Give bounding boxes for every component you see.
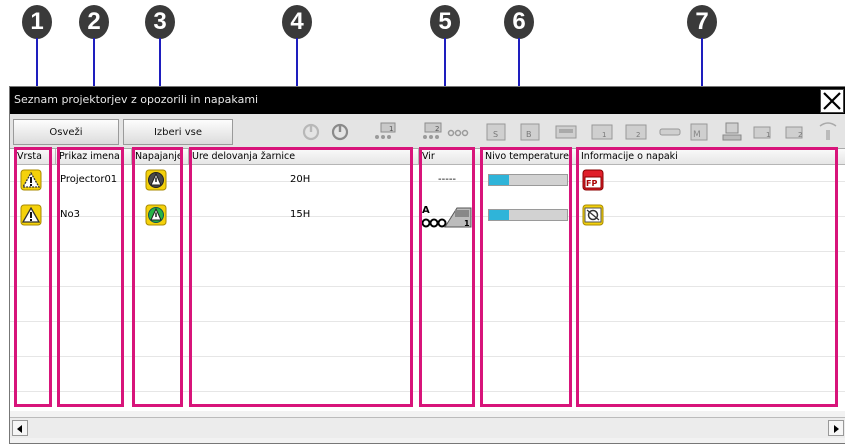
refresh-label: Osveži bbox=[49, 126, 83, 138]
source-dvi-icon[interactable] bbox=[554, 122, 578, 142]
callout-7: 7 bbox=[687, 5, 717, 39]
source-video-icon[interactable] bbox=[446, 122, 470, 142]
source-lan-icon[interactable] bbox=[658, 122, 682, 142]
power-on-icon[interactable] bbox=[299, 122, 323, 142]
highlight-error-column bbox=[576, 147, 838, 407]
svg-text:B: B bbox=[526, 130, 532, 139]
source-computer2-icon[interactable]: 2 bbox=[421, 122, 445, 142]
source-camera2-icon[interactable]: 2 bbox=[784, 122, 808, 142]
source-hdmi-icon[interactable]: 1 bbox=[590, 122, 614, 142]
scroll-left-button[interactable] bbox=[12, 420, 28, 436]
source-s-video-icon[interactable]: S bbox=[484, 122, 508, 142]
close-icon[interactable] bbox=[820, 89, 844, 113]
window-title: Seznam projektorjev z opozorili in napak… bbox=[14, 93, 259, 106]
titlebar: Seznam projektorjev z opozorili in napak… bbox=[10, 87, 845, 114]
source-computer1-icon[interactable]: 1 bbox=[373, 122, 397, 142]
callout-3: 3 bbox=[145, 5, 175, 39]
select-all-button[interactable]: Izberi vse bbox=[123, 119, 233, 145]
horizontal-scrollbar[interactable] bbox=[10, 417, 845, 438]
callout-2: 2 bbox=[79, 5, 109, 39]
source-display1-icon[interactable]: M bbox=[688, 122, 712, 142]
source-display2-icon[interactable] bbox=[720, 122, 744, 142]
callout-5: 5 bbox=[430, 5, 460, 39]
projector-table: Vrsta Prikaz imena Napajanje Ure delovan… bbox=[10, 147, 845, 411]
callout-1: 1 bbox=[22, 5, 52, 39]
highlight-type-column bbox=[14, 147, 52, 407]
projector-list-window: Seznam projektorjev z opozorili in napak… bbox=[9, 86, 845, 444]
source-component-icon[interactable]: B bbox=[518, 122, 542, 142]
svg-text:1: 1 bbox=[389, 125, 393, 133]
highlight-lamp-column bbox=[189, 147, 413, 407]
power-off-icon[interactable] bbox=[328, 122, 352, 142]
wireless-icon[interactable] bbox=[816, 122, 840, 142]
toolbar: Osveži Izberi vse 1 2 S B 1 2 M 1 2 bbox=[10, 114, 845, 149]
svg-text:2: 2 bbox=[435, 125, 439, 133]
highlight-source-column bbox=[419, 147, 475, 407]
callout-4: 4 bbox=[282, 5, 312, 39]
highlight-name-column bbox=[57, 147, 124, 407]
refresh-button[interactable]: Osveži bbox=[13, 119, 119, 145]
callout-6: 6 bbox=[504, 5, 534, 39]
highlight-power-column bbox=[132, 147, 183, 407]
source-camera1-icon[interactable]: 1 bbox=[752, 122, 776, 142]
source-usb-icon[interactable]: 2 bbox=[624, 122, 648, 142]
scroll-right-button[interactable] bbox=[828, 420, 844, 436]
select-all-label: Izberi vse bbox=[153, 126, 203, 138]
svg-text:1: 1 bbox=[766, 131, 770, 139]
svg-text:S: S bbox=[493, 130, 498, 139]
svg-text:M: M bbox=[693, 130, 701, 140]
svg-text:2: 2 bbox=[636, 131, 640, 139]
svg-text:2: 2 bbox=[798, 131, 802, 139]
highlight-temperature-column bbox=[480, 147, 572, 407]
svg-text:1: 1 bbox=[602, 131, 606, 139]
